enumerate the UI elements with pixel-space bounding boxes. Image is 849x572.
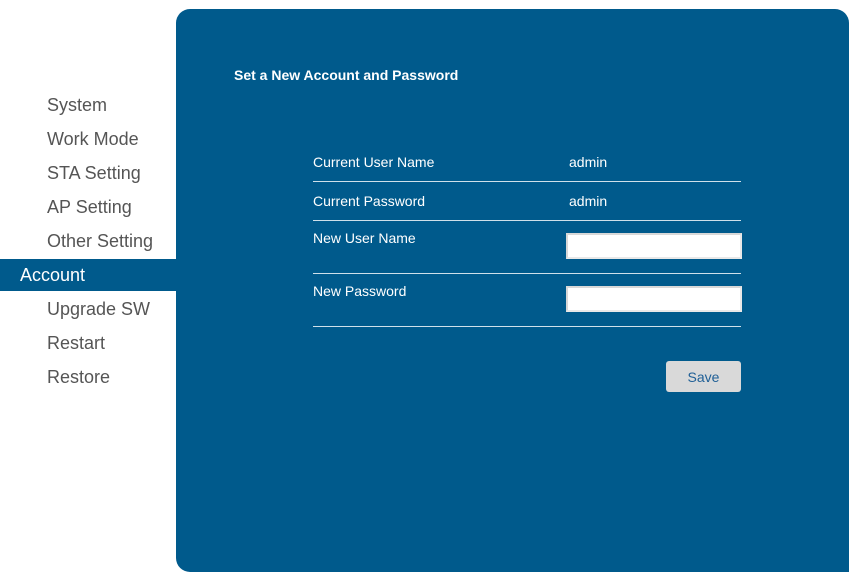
- sidebar-item-ap-setting[interactable]: AP Setting: [0, 190, 176, 224]
- sidebar-item-restore[interactable]: Restore: [0, 360, 176, 394]
- sidebar-item-work-mode[interactable]: Work Mode: [0, 122, 176, 156]
- current-user-label: Current User Name: [313, 154, 435, 170]
- sidebar-item-system[interactable]: System: [0, 88, 176, 122]
- save-button[interactable]: Save: [666, 361, 741, 392]
- sidebar-item-sta-setting[interactable]: STA Setting: [0, 156, 176, 190]
- new-user-label: New User Name: [313, 230, 416, 246]
- new-user-row: New User Name: [313, 221, 742, 274]
- panel-title: Set a New Account and Password: [234, 67, 459, 83]
- new-password-row: New Password: [313, 274, 742, 327]
- sidebar-item-upgrade-sw[interactable]: Upgrade SW: [0, 292, 176, 326]
- sidebar-nav: System Work Mode STA Setting AP Setting …: [0, 88, 176, 394]
- account-panel: Set a New Account and Password Current U…: [176, 9, 849, 572]
- current-user-value: admin: [569, 154, 608, 170]
- current-user-row: Current User Name admin: [313, 143, 741, 182]
- new-password-input[interactable]: [566, 286, 742, 312]
- current-password-row: Current Password admin: [313, 182, 741, 221]
- current-password-value: admin: [569, 193, 608, 209]
- current-password-label: Current Password: [313, 193, 426, 209]
- new-password-label: New Password: [313, 283, 407, 299]
- sidebar-item-account[interactable]: Account: [0, 259, 176, 291]
- new-user-name-input[interactable]: [566, 233, 742, 259]
- sidebar-item-restart[interactable]: Restart: [0, 326, 176, 360]
- account-form: Current User Name admin Current Password…: [313, 143, 742, 327]
- sidebar-item-other-setting[interactable]: Other Setting: [0, 224, 176, 258]
